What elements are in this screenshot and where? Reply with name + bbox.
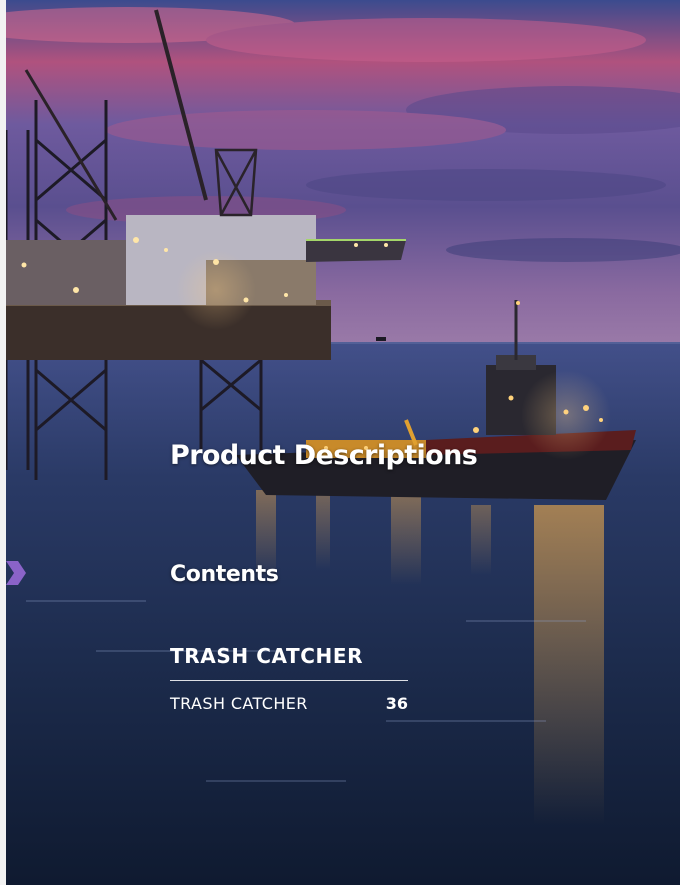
toc-divider <box>170 680 408 681</box>
toc-entry-label: TRASH CATCHER <box>170 693 308 713</box>
bookmark-tab-icon[interactable] <box>6 561 26 585</box>
contents-title: Contents <box>170 562 279 587</box>
toc-entry-page-number: 36 <box>385 693 408 713</box>
toc-heading: TRASH CATCHER <box>170 644 364 668</box>
brochure-page: Product Descriptions Contents TRASH CATC… <box>6 0 680 885</box>
toc-entry-trash-catcher[interactable]: TRASH CATCHER 36 <box>170 692 408 714</box>
section-title: Product Descriptions <box>170 440 478 471</box>
